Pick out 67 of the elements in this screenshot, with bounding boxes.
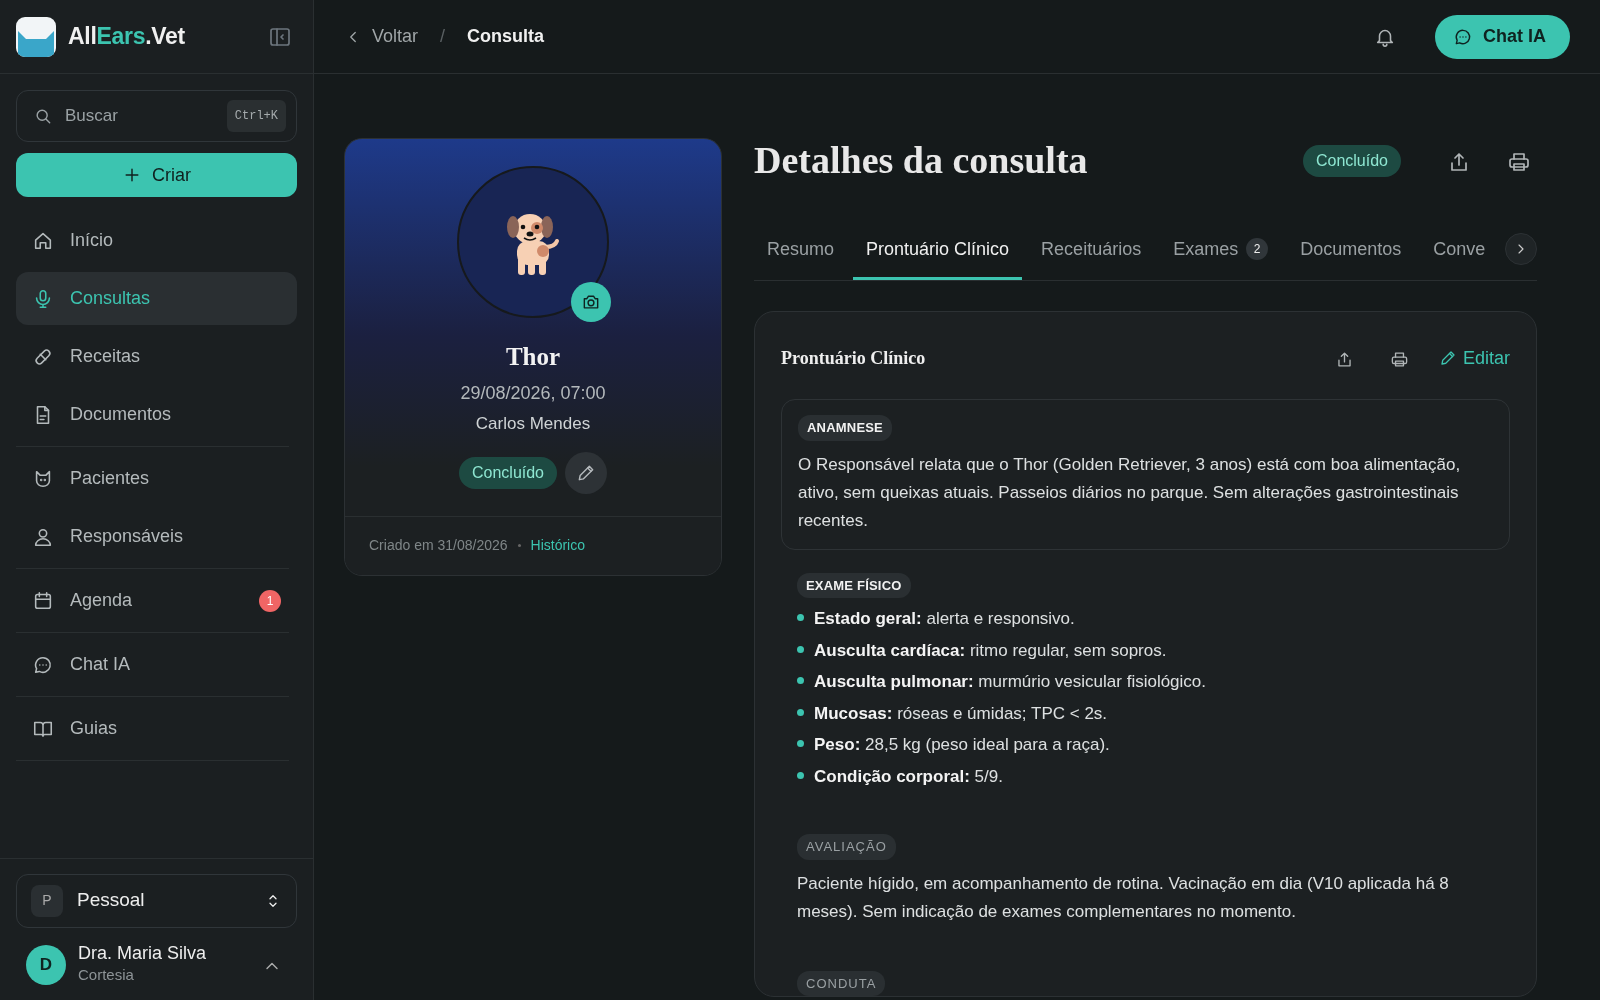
- count-badge: 2: [1246, 238, 1269, 261]
- breadcrumb-current: Consulta: [467, 25, 545, 48]
- bullet-icon: [797, 771, 804, 779]
- tab[interactable]: Prontuário Clínico: [853, 227, 1023, 280]
- create-button[interactable]: Criar: [16, 153, 297, 197]
- page-title: Detalhes da consulta: [754, 138, 1088, 183]
- bullet-icon: [797, 740, 804, 748]
- tab[interactable]: Documentos: [1287, 227, 1415, 280]
- sidebar-item[interactable]: Consultas: [16, 272, 297, 325]
- notification-badge: 1: [259, 589, 281, 612]
- back-link[interactable]: Voltar: [344, 23, 419, 50]
- search-field[interactable]: Buscar: [63, 102, 217, 130]
- consultation-datetime: 29/08/2026, 07:00: [460, 381, 606, 405]
- tab[interactable]: Receituários: [1028, 227, 1155, 280]
- tab[interactable]: Resumo: [754, 227, 848, 280]
- edit-button[interactable]: [565, 452, 607, 494]
- list-item: Mucosas: róseas e úmidas; TPC < 2s.: [814, 702, 1108, 725]
- chat-ai-button[interactable]: Chat IA: [1435, 14, 1570, 59]
- change-photo-button[interactable]: [571, 282, 611, 322]
- app-logo: [16, 16, 56, 57]
- list-item: Peso: 28,5 kg (peso ideal para a raça).: [814, 734, 1110, 757]
- list-item: Ausculta pulmonar: murmúrio vesicular fisiológico.: [814, 671, 1207, 694]
- breadcrumb-separator: /: [440, 25, 446, 48]
- sidebar-item[interactable]: Agenda 1: [16, 574, 297, 627]
- calendar-icon: [32, 589, 54, 612]
- scroll-tabs-button[interactable]: [1505, 232, 1537, 265]
- bullet-icon: [797, 614, 804, 622]
- status-badge: Concluído: [458, 457, 557, 489]
- sidebar-item[interactable]: Receitas: [16, 330, 297, 383]
- camera-icon: [581, 292, 601, 312]
- status-badge: Concluído: [1302, 144, 1401, 177]
- section-label: CONDUTA: [797, 970, 886, 997]
- sidebar-item[interactable]: Documentos: [16, 388, 297, 441]
- edit-link[interactable]: Editar: [1438, 344, 1510, 372]
- user-plan: Cortesia: [78, 964, 135, 985]
- tab[interactable]: Exames 2: [1160, 227, 1282, 280]
- history-link[interactable]: Histórico: [530, 535, 585, 556]
- sidebar-item[interactable]: Chat IA: [16, 638, 297, 691]
- pencil-icon: [576, 463, 596, 483]
- bullet-icon: [797, 677, 804, 685]
- list-item: Condição corporal: 5/9.: [814, 765, 1003, 788]
- section-title: Prontuário Clínico: [781, 346, 926, 370]
- paragraph: Paciente hígido, em acompanhamento de rotina. Vacinação em dia (V10 aplicada há 8 meses). Sem indicação de exames complementares no momento.: [797, 872, 1450, 923]
- search-box[interactable]: Buscar Ctrl+K: [16, 90, 297, 142]
- section-label: ANAMNESE: [798, 415, 892, 441]
- shortcut-key: Ctrl+K: [226, 100, 286, 132]
- pencil-icon: [1438, 349, 1457, 368]
- app-name: AllEars.Vet: [68, 22, 185, 52]
- sidebar-item[interactable]: Responsáveis: [16, 510, 297, 563]
- sidebar-item[interactable]: Pacientes: [16, 452, 297, 505]
- list-item: Estado geral: alerta e responsivo.: [814, 608, 1075, 631]
- tab[interactable]: Conve: [1420, 227, 1499, 280]
- sidebar-item[interactable]: Guias: [16, 702, 297, 755]
- paragraph: O Responsável relata que o Thor (Golden Retriever, 3 anos) está com boa alimentação, ativo, sem queixas atuais. Passeios diários no parque. Sem alterações gastrointestinais recentes.: [798, 453, 1462, 532]
- sidebar-item[interactable]: Início: [16, 214, 297, 267]
- section-label: EXAME FÍSICO: [797, 572, 911, 599]
- printer-icon: [1389, 349, 1409, 369]
- bullet-icon: [797, 708, 804, 716]
- created-date: Criado em 31/08/2026: [369, 536, 508, 555]
- section-label: AVALIAÇÃO: [797, 834, 896, 860]
- workspace-selector[interactable]: P Pessoal: [16, 873, 297, 928]
- list-item: Ausculta cardíaca: ritmo regular, sem sopros.: [814, 639, 1167, 662]
- user-avatar: D: [26, 944, 66, 985]
- user-name: Dra. Maria Silva: [78, 943, 207, 964]
- bullet-icon: [797, 645, 804, 653]
- owner-name: Carlos Mendes: [475, 412, 591, 435]
- patient-name: Thor: [505, 342, 561, 372]
